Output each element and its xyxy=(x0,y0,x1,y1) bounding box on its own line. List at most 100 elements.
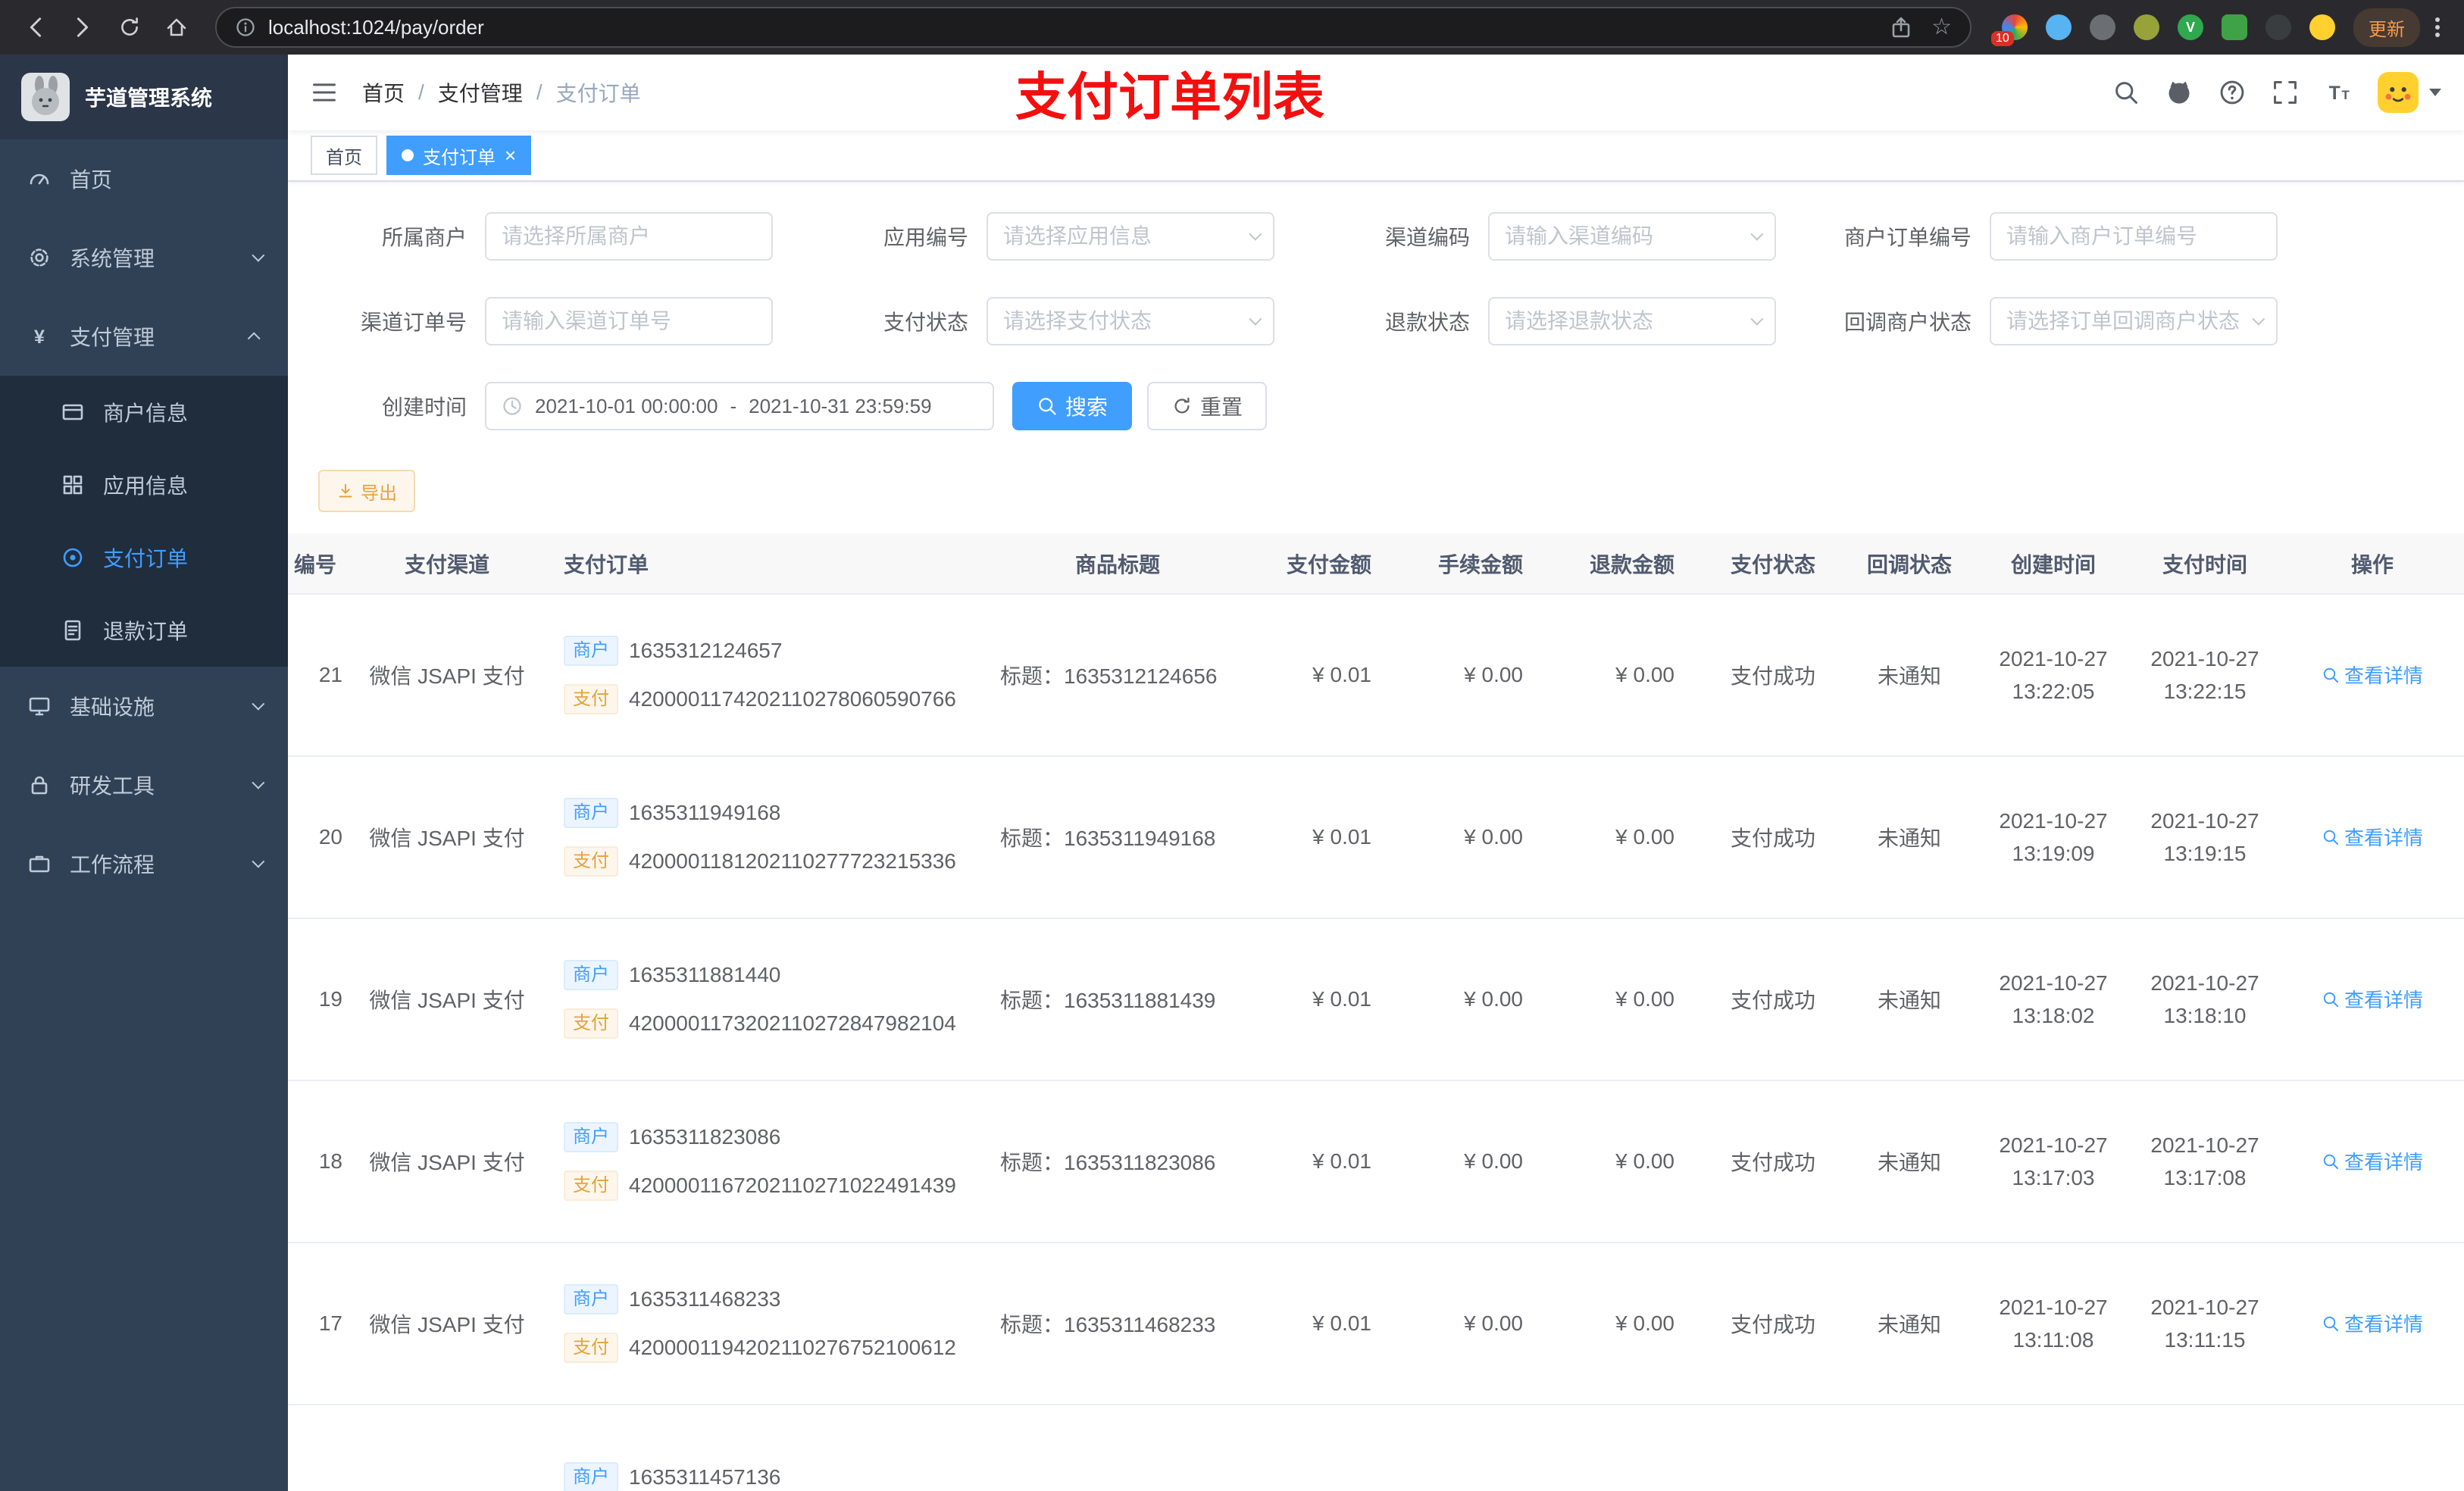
bookmark-star-icon[interactable]: ☆ xyxy=(1931,16,1952,39)
close-icon[interactable]: × xyxy=(505,145,516,165)
share-icon[interactable] xyxy=(1889,15,1913,39)
cell-id: 17 xyxy=(288,1242,349,1405)
cell-id: 21 xyxy=(288,594,349,757)
fullscreen-icon[interactable] xyxy=(2272,79,2299,106)
browser-reload-button[interactable] xyxy=(109,7,150,48)
export-button[interactable]: 导出 xyxy=(318,470,415,512)
channel-code-select[interactable] xyxy=(1488,212,1776,261)
cell-channel: 微信 JSAPI 支付 xyxy=(349,756,546,919)
pay-status-input[interactable] xyxy=(1003,309,1240,333)
browser-menu-icon[interactable] xyxy=(2426,17,2449,37)
view-detail-link[interactable]: 查看详情 xyxy=(2322,1309,2423,1337)
extension-icon[interactable] xyxy=(2090,14,2115,40)
font-size-icon[interactable] xyxy=(2325,79,2352,106)
logo[interactable]: 芋道管理系统 xyxy=(0,55,288,139)
notify-status-select[interactable] xyxy=(1990,297,2278,345)
cell-create-time xyxy=(1978,1405,2129,1491)
browser-home-button[interactable] xyxy=(156,7,197,48)
hamburger-icon[interactable] xyxy=(311,79,338,106)
cell-notify: 未通知 xyxy=(1841,756,1978,919)
channel-order-no-input[interactable] xyxy=(502,309,756,333)
address-bar[interactable]: localhost:1024/pay/order ☆ xyxy=(215,7,1972,48)
header-search-icon[interactable] xyxy=(2112,79,2140,106)
view-detail-link[interactable]: 查看详情 xyxy=(2322,823,2423,851)
filter-label: 支付状态 xyxy=(883,311,968,334)
app-input[interactable] xyxy=(1003,224,1240,248)
notify-status-input[interactable] xyxy=(2006,309,2243,333)
browser-update-button[interactable]: 更新 xyxy=(2353,8,2420,47)
download-icon xyxy=(336,482,355,500)
col-header-pay-time: 支付时间 xyxy=(2129,533,2281,595)
github-icon[interactable] xyxy=(2165,79,2193,106)
reset-button[interactable]: 重置 xyxy=(1147,382,1268,430)
extension-icon[interactable]: 10 xyxy=(1991,14,2028,46)
sidebar-item-infrastructure[interactable]: 基础设施 xyxy=(0,667,288,746)
sidebar-item-system[interactable]: 系统管理 xyxy=(0,218,288,297)
pay-status-select[interactable] xyxy=(987,297,1274,345)
sidebar-item-label: 应用信息 xyxy=(103,474,189,498)
sidebar-item-app-info[interactable]: 应用信息 xyxy=(0,449,288,521)
date-range-picker[interactable]: 2021-10-01 00:00:00 - 2021-10-31 23:59:5… xyxy=(485,382,994,430)
cell-amount: ¥ 0.01 xyxy=(1250,1080,1402,1243)
pay-tag: 支付 xyxy=(564,1008,618,1039)
extension-icon[interactable] xyxy=(2265,14,2291,40)
filter-label: 所属商户 xyxy=(381,226,467,249)
cell-title xyxy=(985,1405,1250,1491)
col-header-fee: 手续金额 xyxy=(1402,533,1553,595)
user-avatar xyxy=(2378,72,2419,113)
pay-tag: 支付 xyxy=(564,1333,618,1363)
pay-tag: 支付 xyxy=(564,846,618,877)
extension-icon[interactable]: V xyxy=(2178,14,2203,40)
site-info-icon[interactable] xyxy=(235,17,256,38)
help-icon[interactable] xyxy=(2219,79,2246,106)
magnifier-icon xyxy=(2322,666,2340,684)
cell-fee: ¥ 0.00 xyxy=(1402,1242,1553,1405)
channel-code-input[interactable] xyxy=(1505,224,1741,248)
annotation-title: 支付订单列表 xyxy=(1015,68,1325,127)
magnifier-icon xyxy=(2322,1152,2340,1171)
sidebar-item-dev-tools[interactable]: 研发工具 xyxy=(0,746,288,824)
filter-pay-status: 支付状态 xyxy=(820,297,1321,345)
merchant-order-no-input[interactable] xyxy=(2006,224,2261,248)
extension-icon[interactable] xyxy=(2309,14,2335,40)
table-row: 19 微信 JSAPI 支付 商户 1635311881440 支付 42000… xyxy=(288,918,2464,1081)
view-detail-link[interactable]: 查看详情 xyxy=(2322,661,2423,689)
tab-pay-order[interactable]: 支付订单 × xyxy=(386,136,532,175)
browser-back-button[interactable] xyxy=(15,7,56,48)
sidebar-item-merchant-info[interactable]: 商户信息 xyxy=(0,376,288,449)
cell-id: 20 xyxy=(288,756,349,919)
search-button[interactable]: 搜索 xyxy=(1012,382,1133,430)
magnifier-icon xyxy=(2322,1314,2340,1333)
cell-channel: 微信 JSAPI 支付 xyxy=(349,1242,546,1405)
extension-icon[interactable] xyxy=(2222,14,2247,40)
user-menu[interactable] xyxy=(2378,72,2441,113)
merchant-select[interactable] xyxy=(485,212,773,261)
sidebar-item-label: 工作流程 xyxy=(70,853,155,877)
extension-icon[interactable] xyxy=(2134,14,2159,40)
cell-create-time: 2021-10-27 13:17:03 xyxy=(1978,1080,2129,1243)
navbar-actions xyxy=(2112,72,2441,113)
pay-tag: 支付 xyxy=(564,684,618,714)
app-select[interactable] xyxy=(987,212,1274,261)
sidebar-item-label: 基础设施 xyxy=(70,695,155,719)
channel-order-no-field[interactable] xyxy=(485,297,773,345)
view-detail-link[interactable]: 查看详情 xyxy=(2322,1147,2423,1175)
tab-home[interactable]: 首页 xyxy=(311,136,377,175)
sidebar-item-payment[interactable]: 支付管理 xyxy=(0,297,288,376)
merchant-input[interactable] xyxy=(502,224,756,248)
refund-status-select[interactable] xyxy=(1488,297,1776,345)
extension-icon[interactable] xyxy=(2046,14,2072,40)
merchant-order-no-field[interactable] xyxy=(1990,212,2278,261)
breadcrumb-home[interactable]: 首页 xyxy=(362,77,405,108)
extension-badge: 10 xyxy=(1991,31,2014,46)
sidebar-item-workflow[interactable]: 工作流程 xyxy=(0,824,288,903)
refund-status-input[interactable] xyxy=(1505,309,1741,333)
sidebar-item-refund-order[interactable]: 退款订单 xyxy=(0,594,288,667)
chevron-down-icon xyxy=(252,776,265,789)
sidebar-item-home[interactable]: 首页 xyxy=(0,139,288,218)
view-detail-link[interactable]: 查看详情 xyxy=(2322,985,2423,1013)
chevron-down-icon xyxy=(1249,312,1262,326)
breadcrumb-payment[interactable]: 支付管理 xyxy=(438,77,523,108)
browser-forward-button[interactable] xyxy=(62,7,103,48)
sidebar-item-pay-order[interactable]: 支付订单 xyxy=(0,521,288,594)
